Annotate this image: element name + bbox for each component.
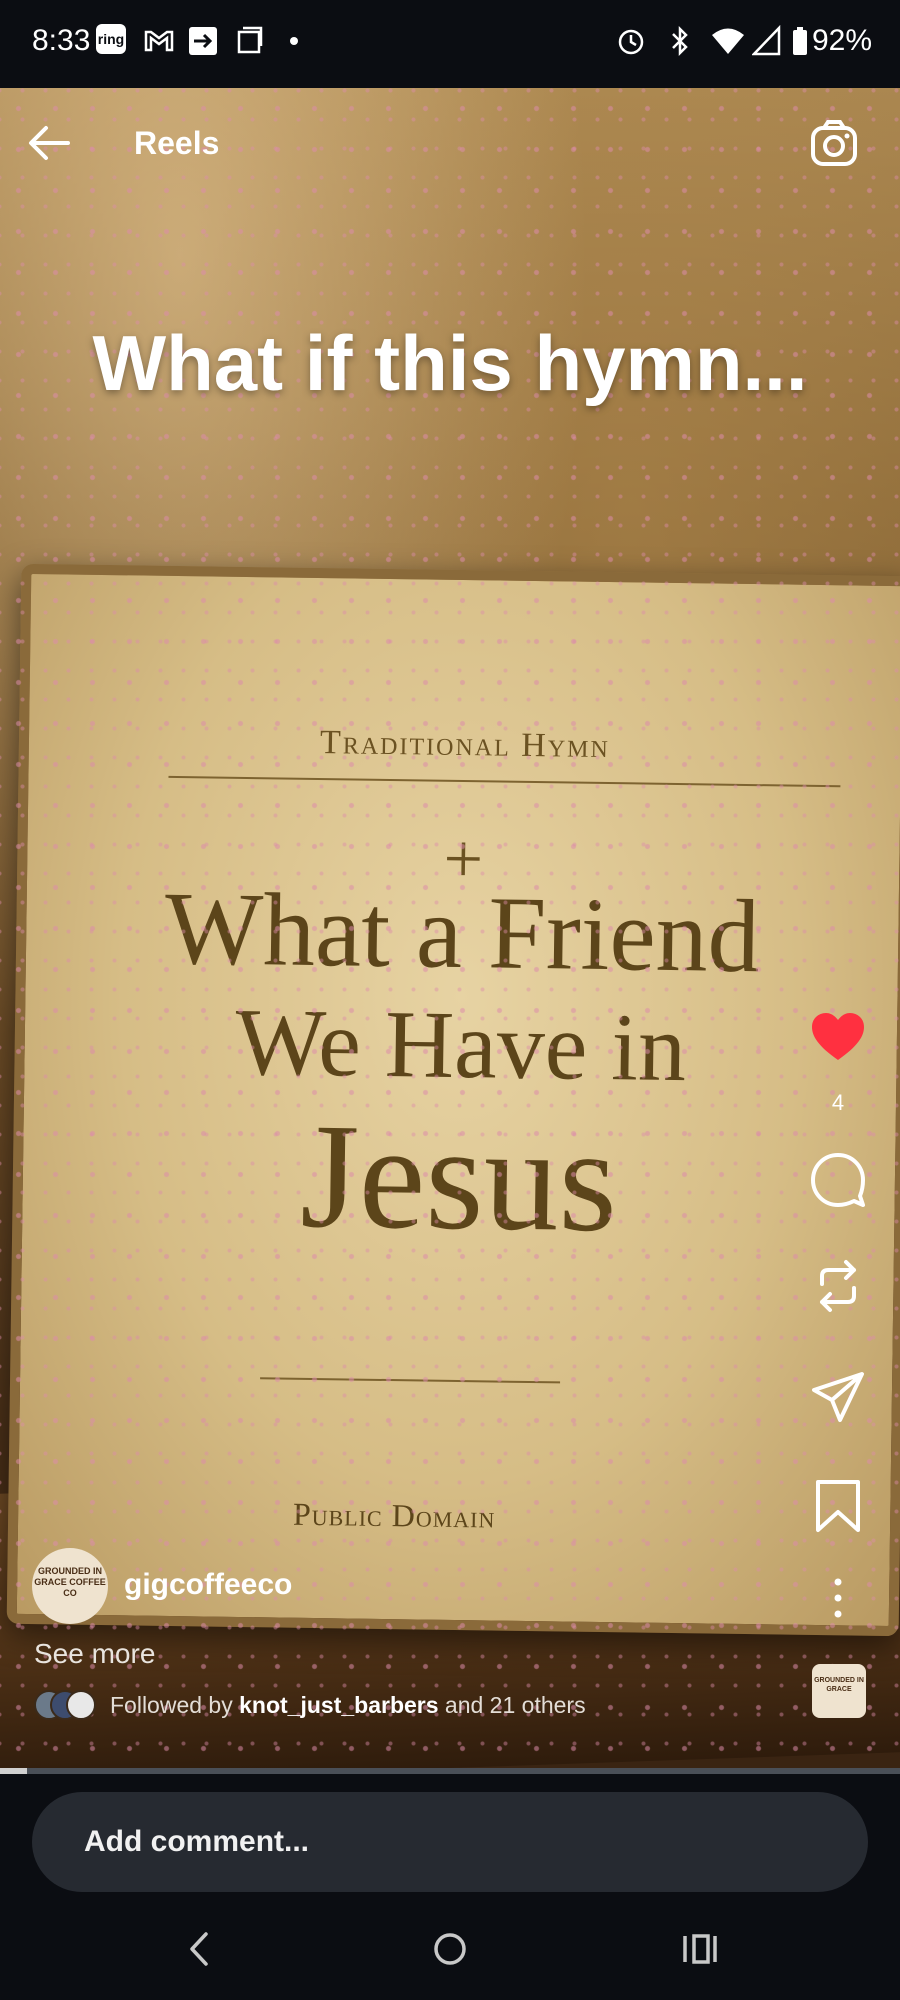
- like-count: 4: [831, 1090, 845, 1115]
- book-title-line-1: What a Friend: [164, 870, 761, 995]
- nav-back-icon[interactable]: [176, 1924, 226, 1974]
- wifi-icon: [712, 28, 744, 54]
- comment-bar: Add comment...: [0, 1774, 900, 1894]
- author-username[interactable]: gigcoffeeco: [124, 1568, 292, 1602]
- nav-home-icon[interactable]: [425, 1924, 475, 1974]
- see-more-link[interactable]: See more: [34, 1638, 155, 1670]
- hymn-book-cover: Traditional Hymn + What a Friend We Have…: [6, 563, 900, 1637]
- book-divider: [168, 775, 841, 788]
- followed-by-text[interactable]: Followed by knot_just_barbers and 21 oth…: [110, 1692, 586, 1719]
- reels-screen: 8:33 ring 92% Traditional Hymn + What a …: [0, 0, 900, 2000]
- battery-percent: 92%: [812, 24, 873, 57]
- more-icon[interactable]: [810, 1570, 866, 1626]
- repost-icon[interactable]: [810, 1258, 866, 1314]
- book-kicker: Traditional Hymn: [319, 724, 611, 766]
- author-avatar[interactable]: GROUNDED IN GRACE COFFEE CO: [32, 1548, 108, 1624]
- follower-avatar: [66, 1690, 96, 1720]
- screenshot-icon: [237, 26, 263, 54]
- system-nav-bar: [0, 1894, 900, 2000]
- followed-prefix: Followed by: [110, 1692, 233, 1718]
- heart-icon[interactable]: [810, 1010, 866, 1066]
- status-bar: 8:33 ring 92%: [0, 0, 900, 88]
- book-footer: Public Domain: [292, 1495, 496, 1535]
- follower-avatars: [34, 1690, 98, 1720]
- signal-icon: [752, 24, 781, 56]
- book-title-line-3: Jesus: [299, 1092, 619, 1264]
- camera-icon[interactable]: [808, 118, 860, 170]
- battery-icon: [793, 27, 807, 55]
- alarm-icon: [618, 29, 644, 55]
- dot-icon: [290, 37, 298, 45]
- book-ornament: [260, 1377, 561, 1384]
- comment-icon[interactable]: [810, 1152, 866, 1208]
- followed-suffix: and 21 others: [444, 1692, 586, 1718]
- reel-caption-overlay: What if this hymn...: [92, 319, 808, 407]
- add-comment-input[interactable]: Add comment...: [32, 1792, 868, 1892]
- followed-user[interactable]: knot_just_barbers: [239, 1692, 438, 1718]
- ring-app-icon: ring: [96, 24, 126, 54]
- book-title: What a Friend We Have in Jesus: [22, 870, 899, 1264]
- book-title-line-2: We Have in: [234, 987, 687, 1102]
- status-time: 8:33: [32, 24, 91, 57]
- send-icon[interactable]: [810, 1370, 866, 1426]
- forward-icon: [189, 27, 217, 55]
- page-title: Reels: [134, 125, 220, 161]
- bluetooth-icon: [672, 25, 688, 57]
- back-arrow-icon[interactable]: [24, 118, 74, 168]
- gmail-icon: [144, 30, 174, 52]
- audio-thumbnail[interactable]: GROUNDED IN GRACE: [812, 1664, 866, 1718]
- nav-recents-icon[interactable]: [675, 1924, 725, 1974]
- bookmark-icon[interactable]: [810, 1478, 866, 1534]
